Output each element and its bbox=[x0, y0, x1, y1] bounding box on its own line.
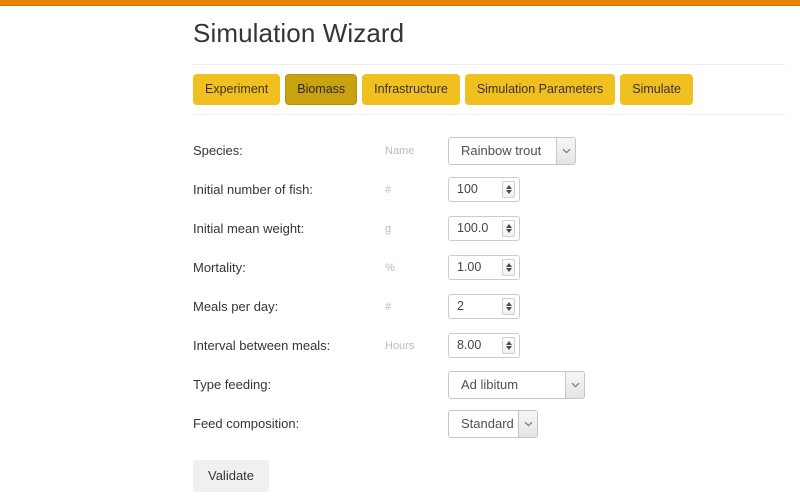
form-row-meals-per-day: Meals per day: # 2 bbox=[0, 287, 800, 326]
label-mortality: Mortality: bbox=[193, 260, 246, 275]
interval-between-meals-stepper[interactable]: 8.00 bbox=[448, 333, 520, 358]
triangle-down-icon[interactable] bbox=[505, 307, 512, 311]
feed-composition-select[interactable]: Standard bbox=[448, 409, 538, 438]
initial-mean-weight-value: 100.0 bbox=[457, 221, 489, 235]
form-row-species: Species: Name Rainbow trout bbox=[0, 131, 800, 170]
unit-mortality: % bbox=[385, 261, 395, 274]
form-row-type-feeding: Type feeding: Ad libitum bbox=[0, 365, 800, 404]
triangle-up-icon[interactable] bbox=[505, 341, 512, 345]
tab-infrastructure[interactable]: Infrastructure bbox=[362, 74, 460, 105]
chevron-down-icon[interactable] bbox=[518, 410, 537, 437]
initial-number-of-fish-value: 100 bbox=[457, 182, 478, 196]
triangle-down-icon[interactable] bbox=[505, 268, 512, 272]
tab-experiment[interactable]: Experiment bbox=[193, 74, 281, 105]
form-row-feed-composition: Feed composition: Standard bbox=[0, 404, 800, 443]
wizard-tab-bar: Experiment Biomass Infrastructure Simula… bbox=[0, 65, 800, 105]
meals-per-day-stepper[interactable]: 2 bbox=[448, 294, 520, 319]
tab-simulation-parameters[interactable]: Simulation Parameters bbox=[464, 74, 616, 105]
control-initial-number-of-fish: 100 bbox=[448, 177, 520, 202]
control-interval-between-meals: 8.00 bbox=[448, 333, 520, 358]
form-row-mortality: Mortality: % 1.00 bbox=[0, 248, 800, 287]
stepper-arrows[interactable] bbox=[502, 298, 515, 315]
stepper-arrows[interactable] bbox=[502, 259, 515, 276]
simulation-wizard-page: Simulation Wizard Experiment Biomass Inf… bbox=[0, 0, 800, 500]
unit-initial-mean-weight: g bbox=[385, 222, 392, 235]
stepper-arrows[interactable] bbox=[502, 337, 515, 354]
type-feeding-select-value: Ad libitum bbox=[461, 377, 519, 392]
species-select-value: Rainbow trout bbox=[461, 143, 542, 158]
triangle-down-icon[interactable] bbox=[505, 346, 512, 350]
label-initial-number-of-fish: Initial number of fish: bbox=[193, 182, 313, 197]
stepper-arrows[interactable] bbox=[502, 220, 515, 237]
label-species: Species: bbox=[193, 143, 243, 158]
label-initial-mean-weight: Initial mean weight: bbox=[193, 221, 305, 236]
page-title: Simulation Wizard bbox=[193, 18, 405, 48]
unit-meals-per-day: # bbox=[385, 300, 392, 313]
meals-per-day-value: 2 bbox=[457, 299, 464, 313]
triangle-up-icon[interactable] bbox=[505, 302, 512, 306]
unit-species: Name bbox=[385, 144, 415, 157]
label-meals-per-day: Meals per day: bbox=[193, 299, 279, 314]
feed-composition-select-value: Standard bbox=[461, 416, 514, 431]
initial-mean-weight-stepper[interactable]: 100.0 bbox=[448, 216, 520, 241]
label-interval-between-meals: Interval between meals: bbox=[193, 338, 331, 353]
type-feeding-select[interactable]: Ad libitum bbox=[448, 370, 585, 399]
biomass-form: Species: Name Rainbow trout Initial numb… bbox=[0, 115, 800, 492]
form-row-initial-mean-weight: Initial mean weight: g 100.0 bbox=[0, 209, 800, 248]
tab-biomass[interactable]: Biomass bbox=[285, 74, 358, 105]
control-initial-mean-weight: 100.0 bbox=[448, 216, 520, 241]
initial-number-of-fish-stepper[interactable]: 100 bbox=[448, 177, 520, 202]
triangle-up-icon[interactable] bbox=[505, 185, 512, 189]
form-row-initial-number-of-fish: Initial number of fish: # 100 bbox=[0, 170, 800, 209]
form-actions: Validate bbox=[0, 443, 800, 492]
tab-simulate[interactable]: Simulate bbox=[620, 74, 693, 105]
mortality-stepper[interactable]: 1.00 bbox=[448, 255, 520, 280]
unit-initial-number-of-fish: # bbox=[385, 183, 392, 196]
triangle-down-icon[interactable] bbox=[505, 229, 512, 233]
label-feed-composition: Feed composition: bbox=[193, 416, 300, 431]
control-mortality: 1.00 bbox=[448, 255, 520, 280]
triangle-up-icon[interactable] bbox=[505, 224, 512, 228]
triangle-down-icon[interactable] bbox=[505, 190, 512, 194]
control-type-feeding: Ad libitum bbox=[448, 370, 585, 399]
species-select[interactable]: Rainbow trout bbox=[448, 136, 576, 165]
chevron-down-icon[interactable] bbox=[565, 371, 584, 398]
triangle-up-icon[interactable] bbox=[505, 263, 512, 267]
label-type-feeding: Type feeding: bbox=[193, 377, 272, 392]
validate-button[interactable]: Validate bbox=[193, 460, 270, 492]
chevron-down-icon[interactable] bbox=[556, 137, 575, 164]
control-species: Rainbow trout bbox=[448, 136, 576, 165]
control-feed-composition: Standard bbox=[448, 409, 538, 438]
control-meals-per-day: 2 bbox=[448, 294, 520, 319]
stepper-arrows[interactable] bbox=[502, 181, 515, 198]
mortality-value: 1.00 bbox=[457, 260, 482, 274]
form-row-interval-between-meals: Interval between meals: Hours 8.00 bbox=[0, 326, 800, 365]
page-content: Simulation Wizard Experiment Biomass Inf… bbox=[0, 6, 800, 492]
interval-between-meals-value: 8.00 bbox=[457, 338, 482, 352]
unit-interval-between-meals: Hours bbox=[385, 339, 415, 352]
